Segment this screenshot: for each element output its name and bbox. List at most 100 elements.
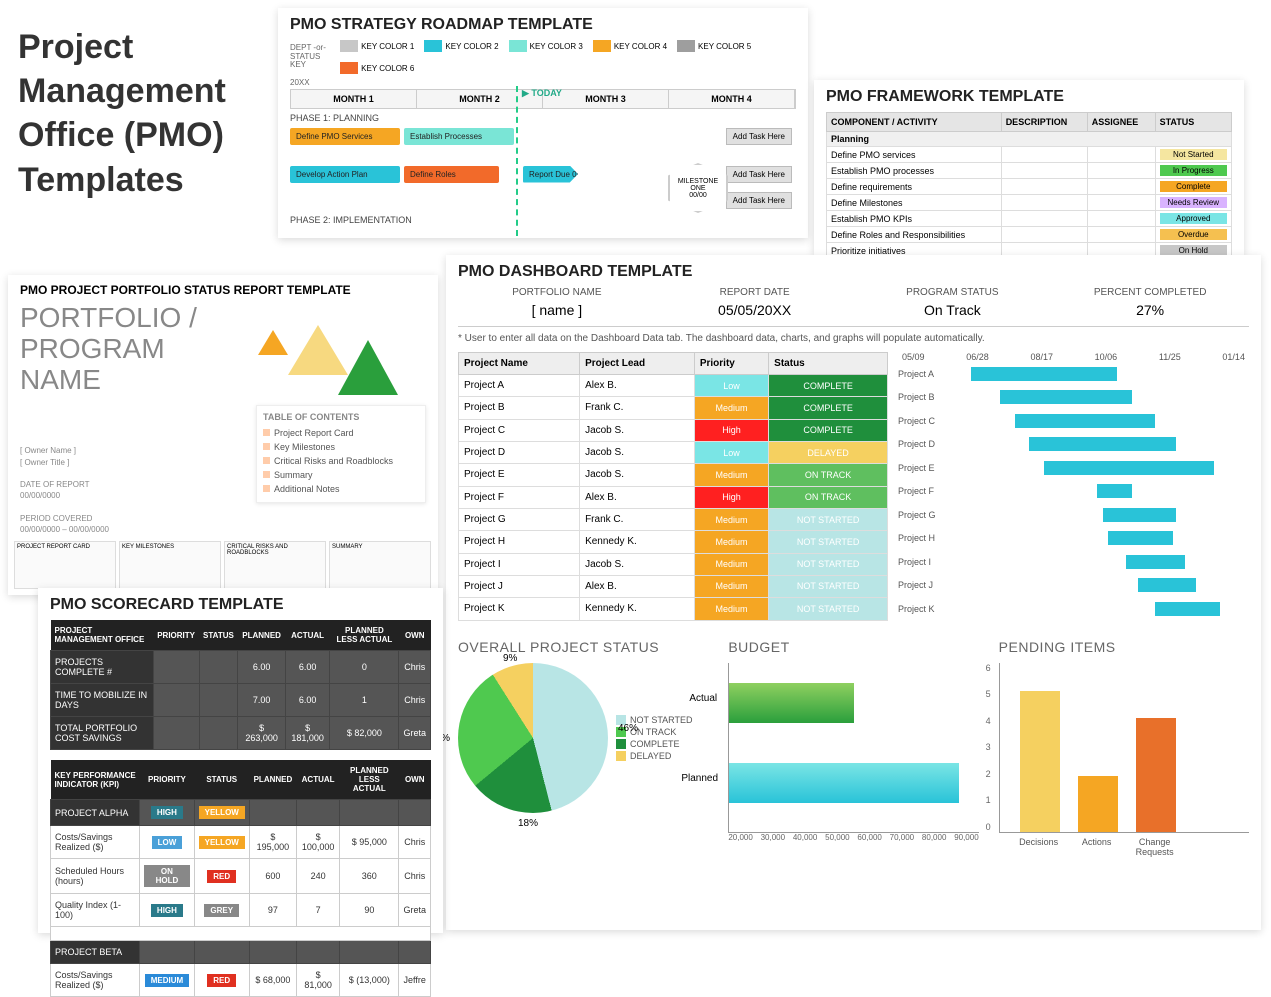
framework-title: PMO FRAMEWORK TEMPLATE <box>826 88 1232 106</box>
task-box[interactable]: Define Roles <box>404 166 499 183</box>
table-row: Establish PMO processesIn Progress <box>827 163 1232 179</box>
axis-tick: 3 <box>986 742 991 752</box>
table-header: DESCRIPTION <box>1001 113 1087 132</box>
table-row: Define requirementsComplete <box>827 179 1232 195</box>
task-box[interactable]: Define PMO Services <box>290 128 400 145</box>
table-row: Costs/Savings Realized ($)MEDIUMRED$ 68,… <box>51 964 431 997</box>
axis-label: Change Requests <box>1135 837 1175 857</box>
key-item: KEY COLOR 4 <box>593 40 667 52</box>
key-item: KEY COLOR 5 <box>677 40 751 52</box>
month-cell: MONTH 1 <box>291 90 417 108</box>
bar <box>729 763 958 803</box>
table-row: Scheduled Hours (hours)ON HOLDRED6002403… <box>51 859 431 894</box>
table-header: Priority <box>694 353 768 375</box>
task-box[interactable]: Develop Action Plan <box>290 166 400 183</box>
legend-item: COMPLETE <box>616 739 693 749</box>
add-task-button[interactable]: Add Task Here <box>726 128 792 145</box>
table-row: PROJECTS COMPLETE #6.006.000Chris <box>51 651 431 684</box>
gantt-row: Project F <box>898 480 1249 504</box>
table-row: Project CJacob S.HighCOMPLETE <box>459 419 888 441</box>
toc-item: Key Milestones <box>263 440 419 454</box>
dashboard-card: PMO DASHBOARD TEMPLATE PORTFOLIO NAMEREP… <box>446 255 1261 930</box>
mini-card: KEY MILESTONES <box>119 541 221 589</box>
table-row: TOTAL PORTFOLIO COST SAVINGS$ 263,000$ 1… <box>51 717 431 750</box>
bar <box>1020 691 1060 831</box>
section-row: Planning <box>827 132 1232 147</box>
axis-label: Actions <box>1077 837 1117 857</box>
table-row: Project HKennedy K.MediumNOT STARTED <box>459 531 888 553</box>
gantt-date: 05/09 <box>902 352 925 362</box>
project-beta-row: PROJECT BETA <box>51 941 431 964</box>
roadmap-year: 20XX <box>290 78 796 87</box>
gantt-date: 08/17 <box>1030 352 1053 362</box>
gantt-chart: 05/0906/2808/1710/0611/2501/14 Project A… <box>898 352 1249 621</box>
axis-tick: 60,000 <box>857 833 881 842</box>
axis-label: Planned <box>681 773 718 784</box>
header-value: On Track <box>854 302 1052 318</box>
table-header: PRIORITY <box>140 760 194 800</box>
axis-tick: 1 <box>986 795 991 805</box>
legend-item: DELAYED <box>616 751 693 761</box>
framework-table: COMPONENT / ACTIVITYDESCRIPTIONASSIGNEES… <box>826 112 1232 274</box>
scorecard-title: PMO SCORECARD TEMPLATE <box>50 596 431 614</box>
phase2-label: PHASE 2: IMPLEMENTATION <box>290 215 796 225</box>
table-row: TIME TO MOBILIZE IN DAYS7.006.001Chris <box>51 684 431 717</box>
toc-item: Critical Risks and Roadblocks <box>263 454 419 468</box>
axis-tick: 70,000 <box>890 833 914 842</box>
pie-label: 46% <box>618 723 638 734</box>
scorecard-table-1: PROJECT MANAGEMENT OFFICEPRIORITYSTATUSP… <box>50 620 431 750</box>
table-row: Project EJacob S.MediumON TRACK <box>459 464 888 486</box>
task-box[interactable]: Establish Processes <box>404 128 514 145</box>
axis-tick: 90,000 <box>954 833 978 842</box>
gantt-row: Project J <box>898 574 1249 598</box>
pie-label: 9% <box>503 653 517 664</box>
axis-tick: 50,000 <box>825 833 849 842</box>
axis-tick: 80,000 <box>922 833 946 842</box>
table-row: Project FAlex B.HighON TRACK <box>459 486 888 508</box>
axis-tick: 30,000 <box>761 833 785 842</box>
scorecard-table-2: KEY PERFORMANCE INDICATOR (KPI)PRIORITYS… <box>50 760 431 997</box>
today-line-icon <box>516 86 518 236</box>
roadmap-title: PMO STRATEGY ROADMAP TEMPLATE <box>290 16 796 34</box>
dashboard-title: PMO DASHBOARD TEMPLATE <box>458 263 1249 281</box>
table-row: Project BFrank C.MediumCOMPLETE <box>459 397 888 419</box>
gantt-row: Project B <box>898 386 1249 410</box>
gantt-row: Project H <box>898 527 1249 551</box>
axis-tick: 0 <box>986 822 991 832</box>
table-row: Project DJacob S.LowDELAYED <box>459 441 888 463</box>
key-item: KEY COLOR 6 <box>340 62 414 74</box>
table-row: Project AAlex B.LowCOMPLETE <box>459 375 888 397</box>
table-row: Quality Index (1-100)HIGHGREY97790Greta <box>51 894 431 927</box>
roadmap-card: PMO STRATEGY ROADMAP TEMPLATE DEPT -or- … <box>278 8 808 238</box>
pie-label: 18% <box>518 818 538 829</box>
key-item: KEY COLOR 1 <box>340 40 414 52</box>
add-task-button[interactable]: Add Task Here <box>726 166 792 183</box>
table-header: Project Lead <box>580 353 695 375</box>
budget-chart: BUDGET Actual Planned 20,00030,00040,000… <box>728 639 978 857</box>
page-title: Project Management Office (PMO) Template… <box>18 25 268 202</box>
phase1-label: PHASE 1: PLANNING <box>290 113 796 123</box>
gantt-date: 11/25 <box>1159 352 1181 362</box>
mini-card: CRITICAL RISKS AND ROADBLOCKS <box>224 541 326 589</box>
axis-tick: 40,000 <box>793 833 817 842</box>
gantt-row: Project K <box>898 597 1249 621</box>
table-row: Define Roles and ResponsibilitiesOverdue <box>827 227 1232 243</box>
add-task-button[interactable]: Add Task Here <box>726 192 792 209</box>
header-value: [ name ] <box>458 302 656 318</box>
framework-card: PMO FRAMEWORK TEMPLATE COMPONENT / ACTIV… <box>814 80 1244 255</box>
axis-tick: 2 <box>986 769 991 779</box>
table-row: Project KKennedy K.MediumNOT STARTED <box>459 598 888 620</box>
project-table: Project NameProject LeadPriorityStatus P… <box>458 352 888 621</box>
axis-tick: 5 <box>986 689 991 699</box>
table-row: Define MilestonesNeeds Review <box>827 195 1232 211</box>
header-label: PROGRAM STATUS <box>854 287 1052 298</box>
portfolio-card-title: PMO PROJECT PORTFOLIO STATUS REPORT TEMP… <box>20 283 426 297</box>
table-row: Define PMO servicesNot Started <box>827 147 1232 163</box>
gantt-row: Project G <box>898 503 1249 527</box>
bar <box>1136 718 1176 831</box>
table-header: STATUS <box>194 760 249 800</box>
today-label: ▶ TODAY <box>522 88 562 99</box>
table-header: PLANNED <box>238 620 286 651</box>
table-header: PLANNED LESS ACTUAL <box>330 620 399 651</box>
project-alpha-row: PROJECT ALPHAHIGHYELLOW <box>51 800 431 826</box>
